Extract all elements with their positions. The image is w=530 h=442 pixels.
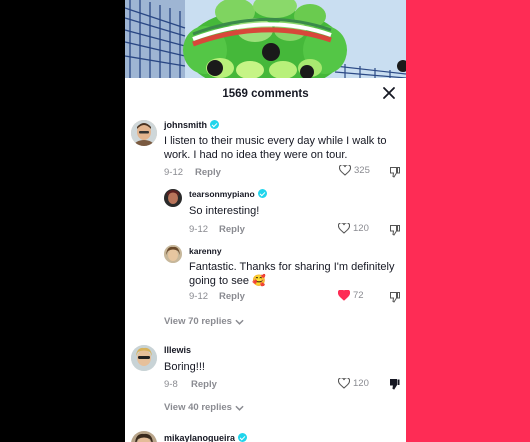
comments-sheet: 1569 comments johnsmith I listen to thei… — [125, 78, 406, 442]
close-icon[interactable] — [382, 86, 396, 100]
comment-date: 9-12 — [189, 224, 209, 235]
like-button[interactable]: 120 — [338, 223, 369, 234]
view-replies-button[interactable]: View 40 replies — [164, 402, 244, 413]
avatar-image — [164, 189, 182, 207]
reply-button[interactable]: Reply — [219, 291, 245, 302]
comment-username[interactable]: tearsonmypiano — [189, 189, 267, 199]
verified-badge-icon — [210, 120, 219, 129]
avatar[interactable] — [131, 345, 157, 371]
comment-text-line: going to see 🥰 — [189, 275, 266, 287]
comment-username[interactable]: karenny — [189, 246, 222, 256]
right-background — [406, 0, 530, 442]
comment-text: So interesting! — [189, 205, 260, 217]
heart-icon — [338, 223, 350, 234]
reply-button[interactable]: Reply — [191, 379, 217, 390]
like-button[interactable]: 120 — [338, 378, 369, 389]
heart-icon — [338, 290, 350, 301]
video-preview — [125, 0, 406, 78]
comment-date: 9-8 — [164, 379, 178, 390]
comments-count-title: 1569 comments — [222, 88, 309, 100]
verified-badge-icon — [257, 189, 267, 198]
comment-text-line: Fantastic. Thanks for sharing I'm defini… — [189, 261, 395, 273]
comment-username[interactable]: lllewis — [164, 345, 191, 355]
chevron-down-icon — [235, 405, 244, 411]
chevron-down-icon — [235, 319, 244, 325]
thumbs-down-icon[interactable] — [389, 224, 401, 236]
like-count: 120 — [353, 223, 369, 234]
thumbs-down-icon[interactable] — [389, 378, 401, 390]
comment-username[interactable]: mikaylanogueira — [164, 433, 248, 442]
avatar-image — [131, 345, 157, 371]
view-replies-label: View 40 replies — [164, 402, 232, 413]
thumbs-down-icon[interactable] — [389, 291, 401, 303]
comment-text: Boring!!! — [164, 361, 205, 373]
comment-text-line: work. I had no idea they were on tour. — [164, 149, 348, 161]
view-replies-label: View 70 replies — [164, 316, 232, 327]
avatar[interactable] — [131, 431, 157, 442]
video-image — [125, 0, 406, 78]
comment-text: Fantastic. Thanks for sharing I'm defini… — [189, 260, 401, 288]
heart-icon — [339, 165, 351, 176]
avatar-image — [131, 120, 157, 146]
avatar[interactable] — [164, 189, 182, 207]
comment-date: 9-12 — [189, 291, 209, 302]
comment-text: I listen to their music every day while … — [164, 134, 402, 162]
phone-screen: 1569 comments johnsmith I listen to thei… — [125, 0, 406, 442]
avatar-image — [164, 245, 182, 263]
avatar[interactable] — [164, 245, 182, 263]
left-background — [0, 0, 125, 442]
like-button[interactable]: 72 — [338, 290, 364, 301]
view-replies-button[interactable]: View 70 replies — [164, 316, 244, 327]
verified-badge-icon — [238, 433, 248, 442]
avatar-image — [131, 431, 157, 442]
reply-button[interactable]: Reply — [195, 167, 221, 178]
reply-button[interactable]: Reply — [219, 224, 245, 235]
comment-text-line: I listen to their music every day while … — [164, 135, 387, 147]
comment-date: 9-12 — [164, 167, 184, 178]
avatar[interactable] — [131, 120, 157, 146]
like-count: 120 — [353, 378, 369, 389]
comment-username[interactable]: johnsmith — [164, 120, 219, 130]
like-button[interactable]: 325 — [339, 165, 370, 176]
heart-icon — [338, 378, 350, 389]
like-count: 72 — [353, 290, 364, 301]
thumbs-down-icon[interactable] — [389, 166, 401, 178]
like-count: 325 — [354, 165, 370, 176]
